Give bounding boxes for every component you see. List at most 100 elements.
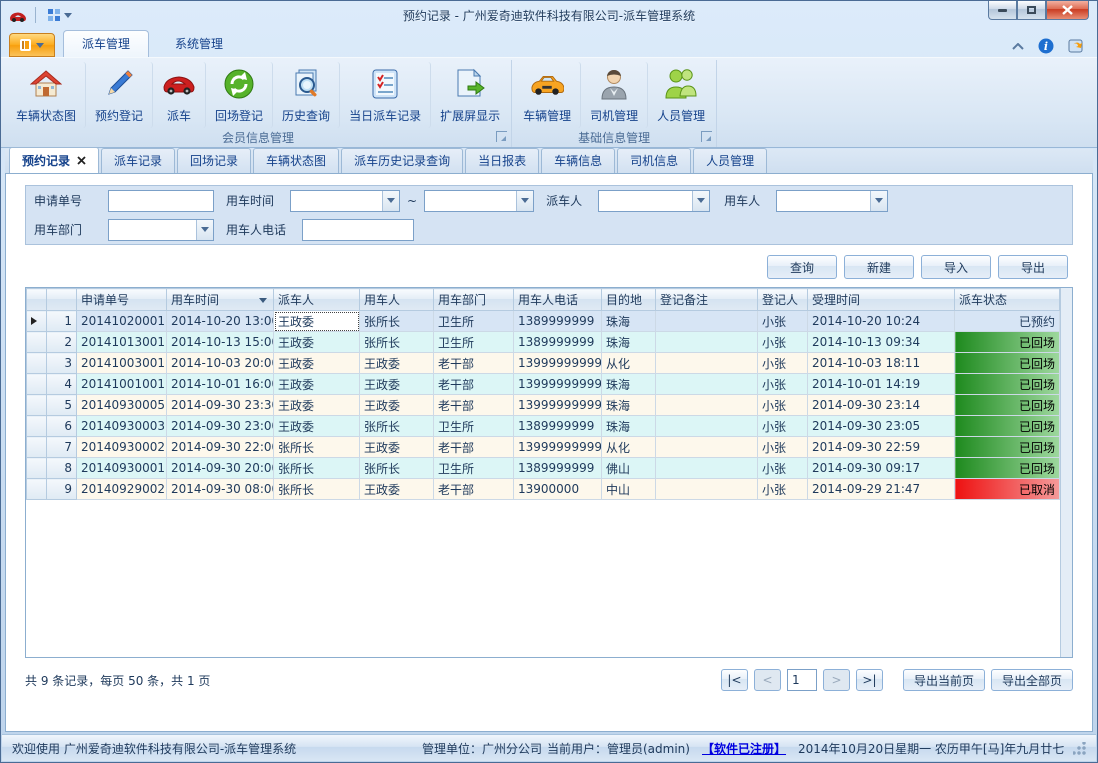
maximize-button[interactable] [1017,1,1046,20]
cell-status[interactable]: 已回场 [955,374,1060,395]
header-phone[interactable]: 用车人电话 [514,289,602,311]
row-indicator[interactable] [27,311,47,332]
cell-application-no[interactable]: 20140930002 [77,437,167,458]
cell-dispatcher[interactable]: 王政委 [274,353,360,374]
row-indicator[interactable] [27,437,47,458]
cell-phone[interactable]: 13999999999 [514,395,602,416]
table-row[interactable]: 1201410200012014-10-20 13:00王政委张所长卫生所138… [27,311,1060,332]
row-number[interactable]: 4 [47,374,77,395]
tab-vehicle-status-map[interactable]: 车辆状态图 [253,148,339,173]
cell-department[interactable]: 卫生所 [434,416,514,437]
export-button[interactable]: 导出 [998,255,1068,279]
header-department[interactable]: 用车部门 [434,289,514,311]
application-no-input[interactable] [108,190,214,212]
cell-user[interactable]: 王政委 [360,479,434,500]
cell-accepted-time[interactable]: 2014-10-20 10:24 [808,311,955,332]
cell-destination[interactable]: 珠海 [602,395,656,416]
export-all-pages-button[interactable]: 导出全部页 [991,669,1073,691]
cell-destination[interactable]: 珠海 [602,374,656,395]
row-number[interactable]: 5 [47,395,77,416]
tab-personnel-manage[interactable]: 人员管理 [693,148,767,173]
row-number[interactable]: 8 [47,458,77,479]
use-time-from-combo[interactable] [290,190,400,212]
cell-user[interactable]: 张所长 [360,332,434,353]
header-status[interactable]: 派车状态 [955,289,1060,311]
cell-status[interactable]: 已回场 [955,458,1060,479]
header-note[interactable]: 登记备注 [656,289,758,311]
cell-application-no[interactable]: 20141003001 [77,353,167,374]
cell-use-time[interactable]: 2014-09-30 08:00 [167,479,274,500]
cell-phone[interactable]: 1389999999 [514,416,602,437]
cell-phone[interactable]: 1389999999 [514,311,602,332]
return-register-button[interactable]: 回场登记 [206,62,273,128]
row-indicator[interactable] [27,458,47,479]
cell-application-no[interactable]: 20140930005 [77,395,167,416]
cell-user[interactable]: 张所长 [360,458,434,479]
cell-accepted-time[interactable]: 2014-09-30 22:59 [808,437,955,458]
row-indicator[interactable] [27,374,47,395]
dialog-launcher-icon[interactable] [496,131,507,142]
close-tab-icon[interactable] [77,156,86,165]
cell-application-no[interactable]: 20141013001 [77,332,167,353]
cell-registrar[interactable]: 小张 [758,458,808,479]
row-number[interactable]: 2 [47,332,77,353]
cell-user[interactable]: 王政委 [360,353,434,374]
cell-note[interactable] [656,479,758,500]
cell-dispatcher[interactable]: 张所长 [274,458,360,479]
cell-destination[interactable]: 中山 [602,479,656,500]
cell-department[interactable]: 老干部 [434,353,514,374]
cell-note[interactable] [656,416,758,437]
cell-user[interactable]: 王政委 [360,374,434,395]
cell-user[interactable]: 王政委 [360,437,434,458]
next-page-button[interactable]: > [823,669,850,691]
row-number[interactable]: 9 [47,479,77,500]
cell-note[interactable] [656,332,758,353]
cell-destination[interactable]: 从化 [602,353,656,374]
cell-accepted-time[interactable]: 2014-10-03 18:11 [808,353,955,374]
cell-accepted-time[interactable]: 2014-09-29 21:47 [808,479,955,500]
cell-use-time[interactable]: 2014-09-30 23:30 [167,395,274,416]
collapse-ribbon-icon[interactable] [1012,43,1024,50]
cell-destination[interactable]: 佛山 [602,458,656,479]
cell-status[interactable]: 已回场 [955,353,1060,374]
cell-phone[interactable]: 13999999999 [514,437,602,458]
first-page-button[interactable]: |< [721,669,748,691]
ribbon-tab-dispatch[interactable]: 派车管理 [63,30,149,57]
cell-user[interactable]: 王政委 [360,395,434,416]
cell-phone[interactable]: 1389999999 [514,458,602,479]
cell-dispatcher[interactable]: 王政委 [274,395,360,416]
tab-return-records[interactable]: 回场记录 [177,148,251,173]
history-query-button[interactable]: 历史查询 [273,62,340,128]
cell-status[interactable]: 已取消 [955,479,1060,500]
row-number[interactable]: 7 [47,437,77,458]
cell-accepted-time[interactable]: 2014-09-30 09:17 [808,458,955,479]
cell-accepted-time[interactable]: 2014-10-13 09:34 [808,332,955,353]
row-number[interactable]: 3 [47,353,77,374]
row-indicator[interactable] [27,353,47,374]
cell-destination[interactable]: 从化 [602,437,656,458]
cell-note[interactable] [656,353,758,374]
header-destination[interactable]: 目的地 [602,289,656,311]
info-icon[interactable]: i [1038,38,1054,54]
cell-registrar[interactable]: 小张 [758,479,808,500]
cell-note[interactable] [656,437,758,458]
header-user[interactable]: 用车人 [360,289,434,311]
header-registrar[interactable]: 登记人 [758,289,808,311]
table-row[interactable]: 7201409300022014-09-30 22:00张所长王政委老干部139… [27,437,1060,458]
cell-application-no[interactable]: 20140930001 [77,458,167,479]
cell-dispatcher[interactable]: 王政委 [274,374,360,395]
create-button[interactable]: 新建 [844,255,914,279]
cell-accepted-time[interactable]: 2014-09-30 23:05 [808,416,955,437]
cell-use-time[interactable]: 2014-10-03 20:00 [167,353,274,374]
vertical-scrollbar[interactable] [1060,288,1072,657]
query-button[interactable]: 查询 [767,255,837,279]
header-use-time[interactable]: 用车时间 [167,289,274,311]
cell-dispatcher[interactable]: 张所长 [274,437,360,458]
cell-dispatcher[interactable]: 王政委 [274,311,360,332]
personnel-manage-button[interactable]: 人员管理 [648,62,714,128]
header-dispatcher[interactable]: 派车人 [274,289,360,311]
export-current-page-button[interactable]: 导出当前页 [903,669,985,691]
tab-driver-info[interactable]: 司机信息 [617,148,691,173]
extend-screen-button[interactable]: 扩展屏显示 [431,62,509,128]
table-row[interactable]: 2201410130012014-10-13 15:00王政委张所长卫生所138… [27,332,1060,353]
